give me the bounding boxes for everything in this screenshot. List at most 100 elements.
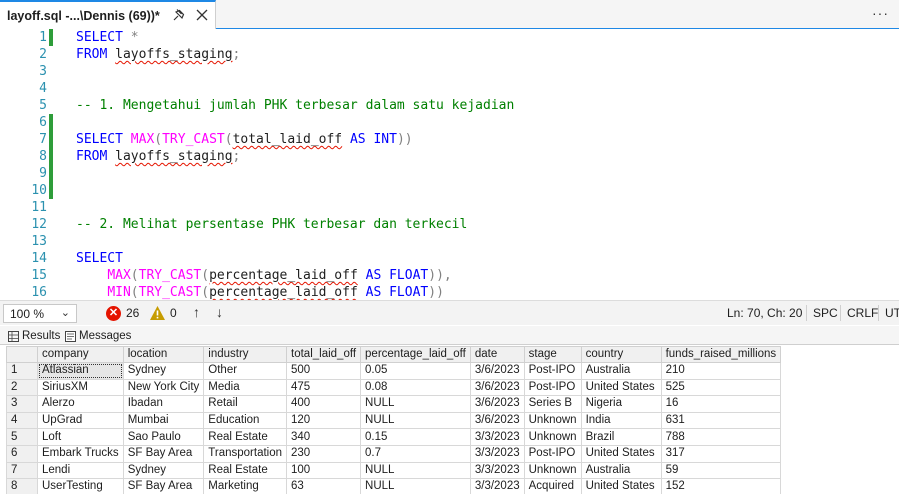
grid-cell[interactable]: Post-IPO — [523, 362, 582, 380]
sql-editor[interactable]: 1 SELECT * 2 FROM layoffs_staging; 3 4 5 -- 1. … — [0, 29, 899, 300]
grid-cell[interactable]: 525 — [660, 378, 782, 397]
code-line[interactable]: 12 -- 2. Melihat persentase PHK terbesar … — [0, 216, 899, 233]
grid-cell[interactable]: 0.08 — [360, 378, 471, 397]
grid-cell[interactable]: 0.7 — [360, 444, 471, 463]
grid-cell[interactable]: Sydney — [122, 362, 205, 380]
grid-cell[interactable]: Unknown — [523, 428, 582, 446]
grid-cell[interactable]: NULL — [360, 461, 471, 480]
row-number-header[interactable] — [6, 346, 38, 363]
grid-cell[interactable]: Mumbai — [122, 411, 205, 430]
row-number[interactable]: 6 — [6, 444, 38, 463]
row-number[interactable]: 7 — [6, 461, 38, 480]
code-line[interactable]: 16 MIN(TRY_CAST(percentage_laid_off AS F… — [0, 284, 899, 300]
grid-cell[interactable]: Post-IPO — [523, 444, 582, 463]
grid-cell[interactable]: Brazil — [580, 428, 662, 446]
grid-cell[interactable]: India — [580, 411, 662, 430]
pin-icon[interactable] — [172, 8, 186, 22]
code-line[interactable]: 9 — [0, 165, 899, 182]
code-line[interactable]: 14 SELECT — [0, 250, 899, 267]
grid-cell[interactable]: Alerzo — [37, 395, 124, 413]
tab-overflow-menu[interactable]: ··· — [872, 5, 889, 21]
grid-cell[interactable]: 63 — [286, 478, 362, 494]
grid-cell[interactable]: SF Bay Area — [122, 478, 205, 494]
column-header[interactable]: company — [37, 346, 124, 363]
arrow-down-icon[interactable]: ↓ — [216, 304, 223, 320]
table-row[interactable]: 5 Loft Sao Paulo Real Estate 340 0.15 3/3/2023… — [6, 428, 782, 446]
grid-cell[interactable]: Unknown — [523, 411, 582, 430]
grid-cell[interactable]: Australia — [580, 461, 662, 480]
column-header[interactable]: percentage_laid_off — [360, 346, 471, 363]
grid-cell[interactable]: Atlassian — [37, 362, 124, 380]
code-line[interactable]: 6 — [0, 114, 899, 131]
grid-cell[interactable]: UpGrad — [37, 411, 124, 430]
grid-cell[interactable]: Other — [203, 362, 288, 380]
grid-cell[interactable]: 0.05 — [360, 362, 471, 380]
indent-mode[interactable]: SPC — [813, 306, 838, 320]
grid-cell[interactable]: Australia — [580, 362, 662, 380]
grid-cell[interactable]: 59 — [660, 461, 782, 480]
row-number[interactable]: 5 — [6, 428, 38, 446]
grid-cell[interactable]: 3/3/2023 — [469, 478, 525, 494]
results-grid[interactable]: company location industry total_laid_off… — [6, 346, 782, 494]
grid-cell[interactable]: 3/3/2023 — [469, 444, 525, 463]
grid-cell[interactable]: New York City — [122, 378, 205, 397]
grid-cell[interactable]: 3/6/2023 — [469, 395, 525, 413]
grid-cell[interactable]: Transportation — [203, 444, 288, 463]
grid-cell[interactable]: 3/6/2023 — [469, 362, 525, 380]
tab-results[interactable]: Results — [8, 328, 60, 344]
grid-cell[interactable]: SiriusXM — [37, 378, 124, 397]
grid-cell[interactable]: Ibadan — [122, 395, 205, 413]
error-icon[interactable]: ✕ — [106, 306, 121, 321]
grid-cell[interactable]: 340 — [286, 428, 362, 446]
row-number[interactable]: 2 — [6, 378, 38, 397]
table-row[interactable]: 4 UpGrad Mumbai Education 120 NULL 3/6/2023 Unk… — [6, 411, 782, 430]
table-row[interactable]: 1 Atlassian Sydney Other 500 0.05 3/6/2023 Post… — [6, 362, 782, 380]
code-line[interactable]: 3 — [0, 63, 899, 80]
row-number[interactable]: 1 — [6, 362, 38, 380]
grid-cell[interactable]: NULL — [360, 395, 471, 413]
grid-cell[interactable]: Post-IPO — [523, 378, 582, 397]
grid-cell[interactable]: 400 — [286, 395, 362, 413]
code-line[interactable]: 4 — [0, 80, 899, 97]
grid-cell[interactable]: 0.15 — [360, 428, 471, 446]
code-line[interactable]: 1 SELECT * — [0, 29, 899, 46]
grid-cell[interactable]: 16 — [660, 395, 782, 413]
column-header[interactable]: country — [580, 346, 662, 363]
code-line[interactable]: 11 — [0, 199, 899, 216]
code-line[interactable]: 7 SELECT MAX(TRY_CAST(total_laid_off AS I… — [0, 131, 899, 148]
grid-cell[interactable]: Acquired — [523, 478, 582, 494]
column-header[interactable]: stage — [523, 346, 582, 363]
grid-cell[interactable]: Retail — [203, 395, 288, 413]
line-ending[interactable]: CRLF — [847, 306, 878, 320]
code-line[interactable]: 13 — [0, 233, 899, 250]
grid-cell[interactable]: Media — [203, 378, 288, 397]
grid-cell[interactable]: Marketing — [203, 478, 288, 494]
warning-icon[interactable] — [149, 305, 166, 321]
column-header[interactable]: date — [469, 346, 525, 363]
grid-cell[interactable]: 3/6/2023 — [469, 378, 525, 397]
grid-cell[interactable]: 631 — [660, 411, 782, 430]
grid-cell[interactable]: Series B — [523, 395, 582, 413]
code-line[interactable]: 8 FROM layoffs_staging; — [0, 148, 899, 165]
row-number[interactable]: 8 — [6, 478, 38, 494]
error-count[interactable]: 26 — [126, 306, 139, 320]
grid-cell[interactable]: 230 — [286, 444, 362, 463]
grid-cell[interactable]: 100 — [286, 461, 362, 480]
grid-cell[interactable]: 500 — [286, 362, 362, 380]
grid-cell[interactable]: Nigeria — [580, 395, 662, 413]
grid-cell[interactable]: 152 — [660, 478, 782, 494]
grid-cell[interactable]: Sydney — [122, 461, 205, 480]
table-row[interactable]: 2 SiriusXM New York City Media 475 0.08 3/6/20… — [6, 378, 782, 397]
grid-cell[interactable]: UserTesting — [37, 478, 124, 494]
grid-cell[interactable]: Education — [203, 411, 288, 430]
grid-cell[interactable]: Sao Paulo — [122, 428, 205, 446]
column-header[interactable]: location — [122, 346, 205, 363]
grid-cell[interactable]: Real Estate — [203, 428, 288, 446]
grid-cell[interactable]: 317 — [660, 444, 782, 463]
zoom-select[interactable]: 100 % ⌄ — [3, 304, 77, 323]
grid-cell[interactable]: United States — [580, 444, 662, 463]
grid-cell[interactable]: 788 — [660, 428, 782, 446]
column-header[interactable]: industry — [203, 346, 288, 363]
code-line[interactable]: 5 -- 1. Mengetahui jumlah PHK terbesar da… — [0, 97, 899, 114]
table-row[interactable]: 3 Alerzo Ibadan Retail 400 NULL 3/6/2023 Series… — [6, 395, 782, 413]
